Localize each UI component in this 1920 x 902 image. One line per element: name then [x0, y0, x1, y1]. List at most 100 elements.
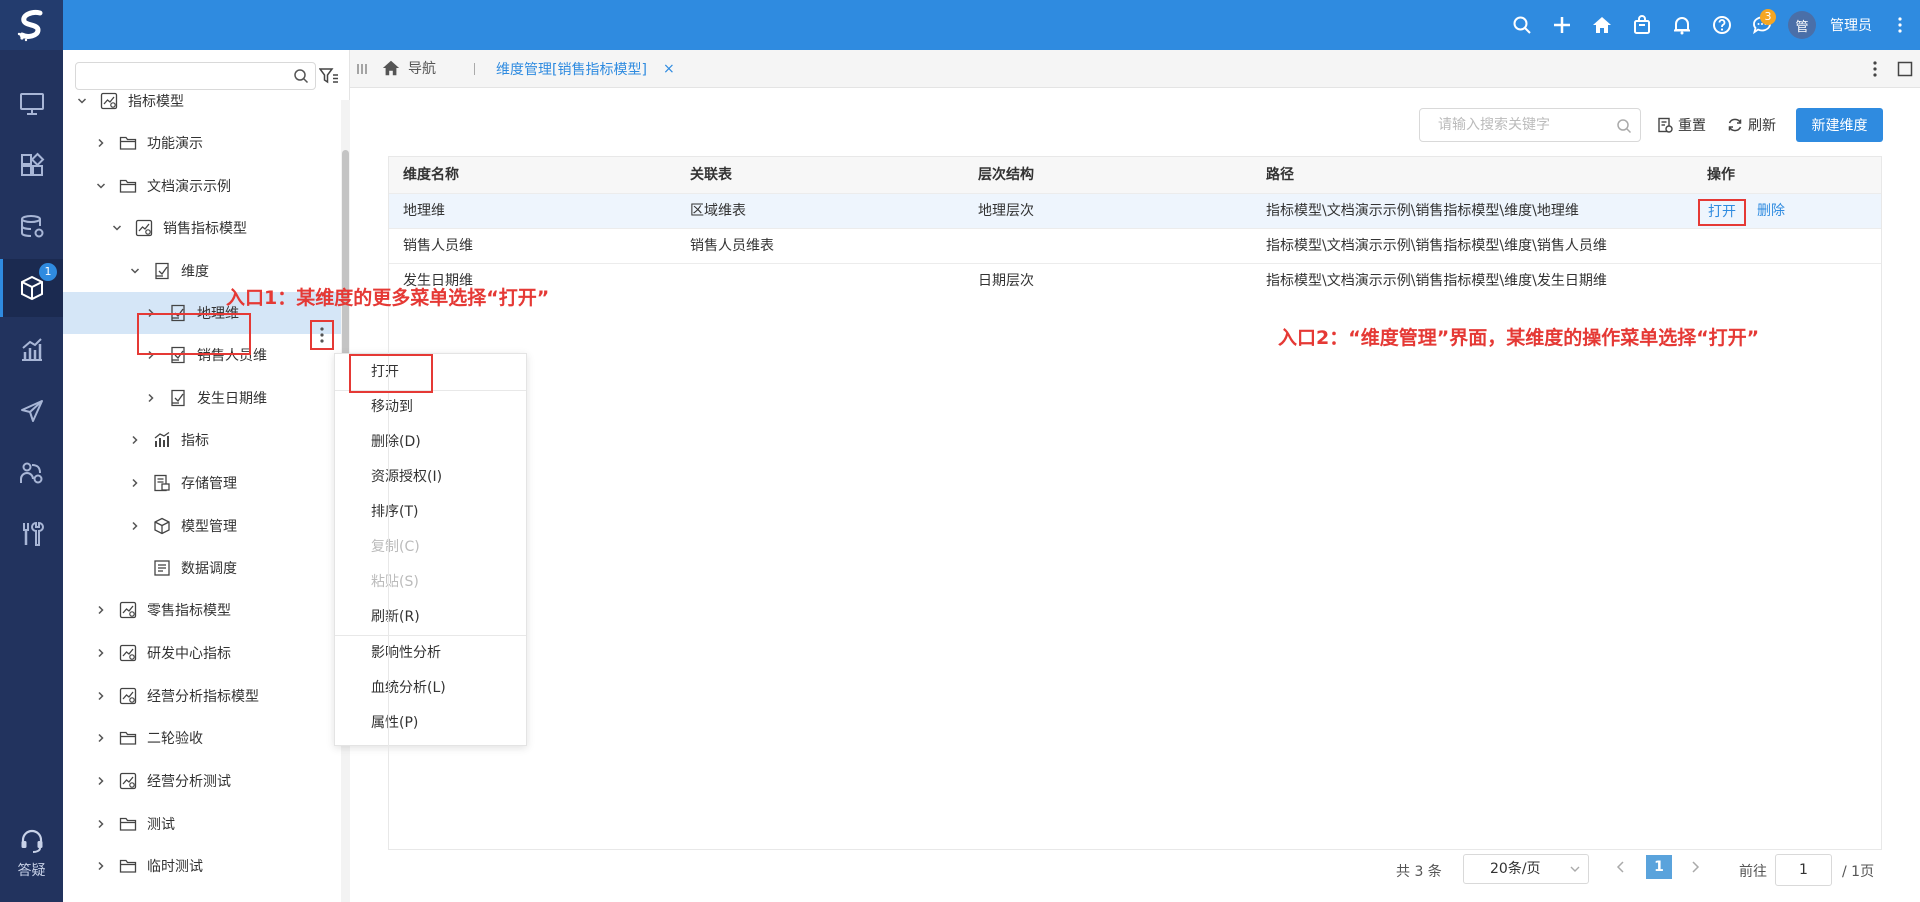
- annotation-entry-1: 入口1：某维度的更多菜单选择“打开”: [226, 287, 550, 309]
- tree-node[interactable]: 功能演示: [94, 122, 203, 164]
- avatar[interactable]: 管: [1788, 11, 1816, 39]
- chevron-down-icon[interactable]: [110, 221, 124, 235]
- tree-node[interactable]: 临时测试: [94, 845, 203, 887]
- chart-icon[interactable]: [0, 321, 63, 379]
- chevron-right-icon[interactable]: [94, 646, 108, 660]
- tree-node[interactable]: 存储管理: [128, 462, 237, 504]
- tree-node[interactable]: 研发中心指标: [94, 632, 231, 674]
- tree-node[interactable]: 经营分析指标模型: [94, 675, 259, 717]
- table-row[interactable]: 地理维 区域维表 地理层次 指标模型\文档演示示例\销售指标模型\维度\地理维 …: [389, 193, 1881, 228]
- tree-node[interactable]: 文档演示示例: [94, 165, 231, 207]
- tree-node[interactable]: 经营分析测试: [94, 760, 231, 802]
- keyword-search-input[interactable]: [1419, 108, 1641, 142]
- search-icon[interactable]: [1502, 0, 1542, 50]
- header-path[interactable]: 路径: [1266, 157, 1294, 193]
- header-related-table[interactable]: 关联表: [690, 157, 732, 193]
- chevron-right-icon[interactable]: [94, 859, 108, 873]
- more-vertical-icon: [320, 327, 324, 343]
- prev-page-icon[interactable]: [1611, 857, 1631, 877]
- goto-page-input[interactable]: 1: [1775, 854, 1832, 886]
- tree-node[interactable]: 模型管理: [128, 505, 237, 547]
- chat-icon[interactable]: 3: [1742, 0, 1782, 50]
- page-number-current[interactable]: 1: [1646, 855, 1672, 879]
- tree-node[interactable]: 测试: [94, 803, 175, 845]
- chevron-right-icon[interactable]: [128, 476, 142, 490]
- tab-dimension-manage[interactable]: 维度管理[销售指标模型] ×: [482, 50, 675, 88]
- header-dimension-name[interactable]: 维度名称: [403, 157, 459, 193]
- cell-name: 地理维: [403, 203, 445, 219]
- chevron-right-icon[interactable]: [94, 603, 108, 617]
- keyword-search-field[interactable]: [1438, 109, 1618, 141]
- chevron-right-icon[interactable]: [94, 689, 108, 703]
- table-row[interactable]: 销售人员维 销售人员维表 指标模型\文档演示示例\销售指标模型\维度\销售人员维: [389, 228, 1881, 263]
- filter-icon[interactable]: [315, 62, 343, 90]
- delete-link[interactable]: 删除: [1757, 194, 1785, 229]
- qa-button[interactable]: 答疑: [0, 828, 63, 898]
- send-icon[interactable]: [0, 382, 63, 440]
- bag-icon[interactable]: [1622, 0, 1662, 50]
- tab-home-label: 导航: [408, 61, 436, 77]
- header-hierarchy[interactable]: 层次结构: [978, 157, 1034, 193]
- search-icon[interactable]: [293, 68, 309, 84]
- maximize-icon[interactable]: [1890, 50, 1920, 88]
- annotation-entry-2: 入口2：“维度管理”界面，某维度的操作菜单选择“打开”: [1278, 327, 1760, 349]
- s-logo-icon[interactable]: [0, 0, 63, 50]
- more-menu-button[interactable]: [310, 320, 334, 350]
- tab-label: 维度管理[销售指标模型]: [496, 62, 647, 78]
- tree-node-label: 研发中心指标: [147, 646, 231, 662]
- next-page-icon[interactable]: [1685, 857, 1705, 877]
- home-icon[interactable]: [1582, 0, 1622, 50]
- tree-node-label: 模型管理: [181, 519, 237, 535]
- folder-icon: [118, 176, 138, 196]
- chevron-right-icon[interactable]: [128, 433, 142, 447]
- table-row[interactable]: 发生日期维 日期层次 指标模型\文档演示示例\销售指标模型\维度\发生日期维: [389, 263, 1881, 298]
- close-icon[interactable]: ×: [663, 61, 675, 77]
- chevron-down-icon[interactable]: [75, 94, 89, 108]
- top-toolbar: 3 管 管理员: [1502, 0, 1920, 50]
- chevron-right-icon[interactable]: [94, 731, 108, 745]
- tree-node[interactable]: 指标模型: [75, 80, 184, 122]
- chevron-right-icon[interactable]: [94, 817, 108, 831]
- reset-button[interactable]: 重置: [1657, 112, 1706, 138]
- database-icon[interactable]: [0, 198, 63, 256]
- chevron-right-icon[interactable]: [144, 391, 158, 405]
- chevron-down-icon[interactable]: [128, 264, 142, 278]
- chevron-right-icon[interactable]: [94, 774, 108, 788]
- more-vertical-icon[interactable]: [1888, 0, 1912, 50]
- model-cube-icon: [152, 516, 172, 536]
- tree-node[interactable]: 零售指标模型: [94, 589, 231, 631]
- metric-model-icon: [118, 686, 138, 706]
- tab-home[interactable]: 导航: [382, 58, 436, 78]
- more-vertical-icon[interactable]: [1860, 50, 1890, 88]
- tree-node-label: 指标: [181, 433, 209, 449]
- tree-node[interactable]: 销售指标模型: [110, 207, 247, 249]
- left-nav: 1 答疑: [0, 50, 63, 902]
- tree-node-label: 经营分析测试: [147, 774, 231, 790]
- bell-icon[interactable]: [1662, 0, 1702, 50]
- open-link[interactable]: 打开: [1698, 199, 1746, 226]
- search-icon[interactable]: [1616, 118, 1632, 134]
- tree-node[interactable]: 指标: [128, 419, 209, 461]
- monitor-icon[interactable]: [0, 75, 63, 133]
- page-size-select[interactable]: 20条/页: [1463, 854, 1589, 884]
- chevron-right-icon[interactable]: [94, 136, 108, 150]
- tree-node-label: 销售指标模型: [163, 221, 247, 237]
- tree-node[interactable]: 维度: [128, 250, 209, 292]
- refresh-button[interactable]: 刷新: [1727, 112, 1776, 138]
- chevron-right-icon[interactable]: [128, 519, 142, 533]
- collapse-icon[interactable]: [355, 61, 371, 77]
- plus-icon[interactable]: [1542, 0, 1582, 50]
- folder-icon: [118, 133, 138, 153]
- widgets-icon[interactable]: [0, 136, 63, 194]
- tools-icon[interactable]: [0, 505, 63, 563]
- dimension-icon: [152, 261, 172, 281]
- tree-node[interactable]: 数据调度: [128, 547, 237, 589]
- tree-node[interactable]: 二轮验收: [94, 717, 203, 759]
- help-icon[interactable]: [1702, 0, 1742, 50]
- new-dimension-button[interactable]: 新建维度: [1796, 108, 1883, 142]
- cube-icon[interactable]: 1: [0, 259, 63, 317]
- user-name[interactable]: 管理员: [1830, 15, 1872, 35]
- chevron-down-icon[interactable]: [94, 179, 108, 193]
- share-icon[interactable]: [0, 444, 63, 502]
- tree-node[interactable]: 发生日期维: [144, 377, 267, 419]
